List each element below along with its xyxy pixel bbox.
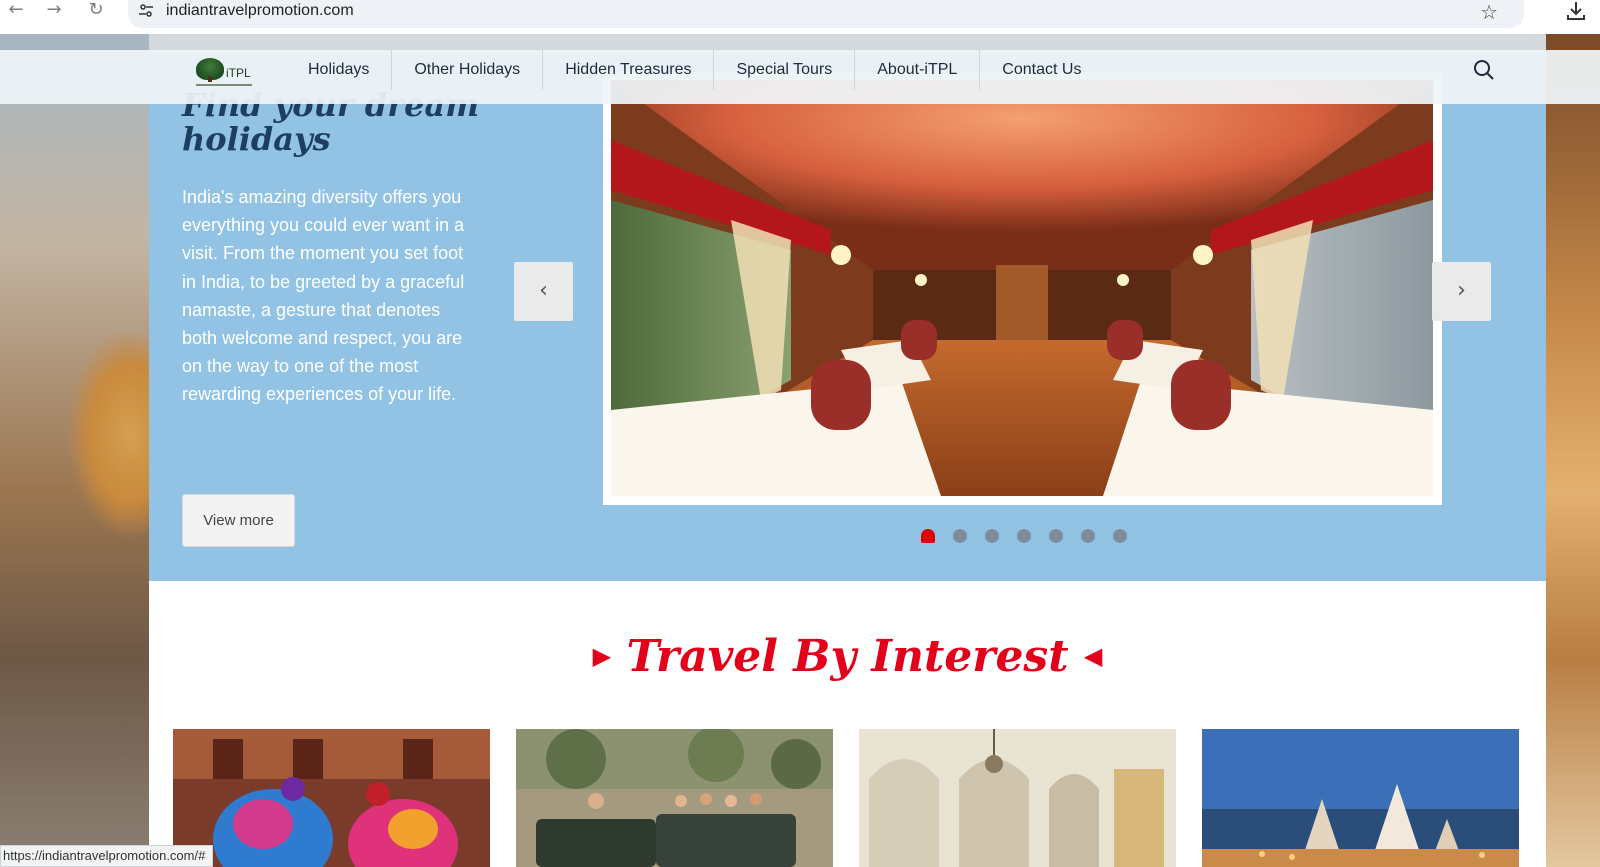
site-header: iTPL Holidays Other Holidays Hidden Trea…	[0, 50, 1600, 104]
travel-by-interest-section: ▶ Travel By Interest ◀	[149, 581, 1546, 867]
link-status-tooltip: https://indiantravelpromotion.com/#	[0, 845, 214, 867]
slider-next-button[interactable]: ›	[1432, 262, 1491, 321]
slider-dot-3[interactable]	[985, 529, 999, 543]
section-title-text: Travel By Interest	[626, 631, 1069, 682]
menu-item-special-tours[interactable]: Special Tours	[713, 50, 854, 90]
slider-dot-5[interactable]	[1049, 529, 1063, 543]
menu-item-hidden-treasures[interactable]: Hidden Treasures	[542, 50, 713, 90]
menu-item-holidays[interactable]: Holidays	[286, 50, 391, 90]
search-icon[interactable]	[1472, 58, 1496, 82]
interest-card-culture[interactable]	[173, 729, 490, 867]
menu-item-about[interactable]: About-iTPL	[854, 50, 979, 90]
background-image-left	[0, 34, 150, 867]
menu-item-other-holidays[interactable]: Other Holidays	[391, 50, 542, 90]
hero-description: India's amazing diversity offers you eve…	[182, 187, 465, 405]
background-image-right	[1546, 34, 1600, 867]
back-arrow-icon[interactable]: ←	[2, 0, 30, 22]
site-logo[interactable]: iTPL	[196, 58, 254, 86]
slide-image-frame	[603, 72, 1442, 505]
slider-dot-1[interactable]	[921, 529, 935, 543]
browser-toolbar: ← → ↻ indiantravelpromotion.com ☆	[0, 0, 1600, 34]
reload-icon[interactable]: ↻	[82, 0, 110, 22]
slider-prev-button[interactable]: ‹	[514, 262, 573, 321]
interest-card-pilgrimage[interactable]	[1202, 729, 1519, 867]
slider-dot-6[interactable]	[1081, 529, 1095, 543]
address-bar[interactable]: indiantravelpromotion.com ☆	[128, 0, 1524, 28]
url-text[interactable]: indiantravelpromotion.com	[166, 2, 354, 20]
download-icon[interactable]	[1561, 0, 1591, 26]
main-menu: Holidays Other Holidays Hidden Treasures…	[286, 50, 1103, 90]
triangle-right-icon: ▶	[592, 641, 612, 670]
star-icon[interactable]: ☆	[1480, 0, 1498, 24]
travel-by-interest-heading: ▶ Travel By Interest ◀	[149, 631, 1546, 682]
train-dining-car-image	[611, 80, 1433, 496]
slider-dot-2[interactable]	[953, 529, 967, 543]
view-more-button[interactable]: View more	[182, 494, 295, 547]
menu-item-contact[interactable]: Contact Us	[979, 50, 1103, 90]
forward-arrow-icon[interactable]: →	[40, 0, 68, 22]
slider-dots	[921, 529, 1127, 543]
hero-section: Find your dream holidays India's amazing…	[149, 54, 1546, 581]
slider-dot-7[interactable]	[1113, 529, 1127, 543]
slider-dot-4[interactable]	[1017, 529, 1031, 543]
triangle-left-icon: ◀	[1083, 641, 1103, 670]
interest-card-wildlife[interactable]	[516, 729, 833, 867]
logo-text: iTPL	[226, 66, 251, 80]
site-settings-icon[interactable]	[136, 2, 156, 22]
interest-card-heritage[interactable]	[859, 729, 1176, 867]
